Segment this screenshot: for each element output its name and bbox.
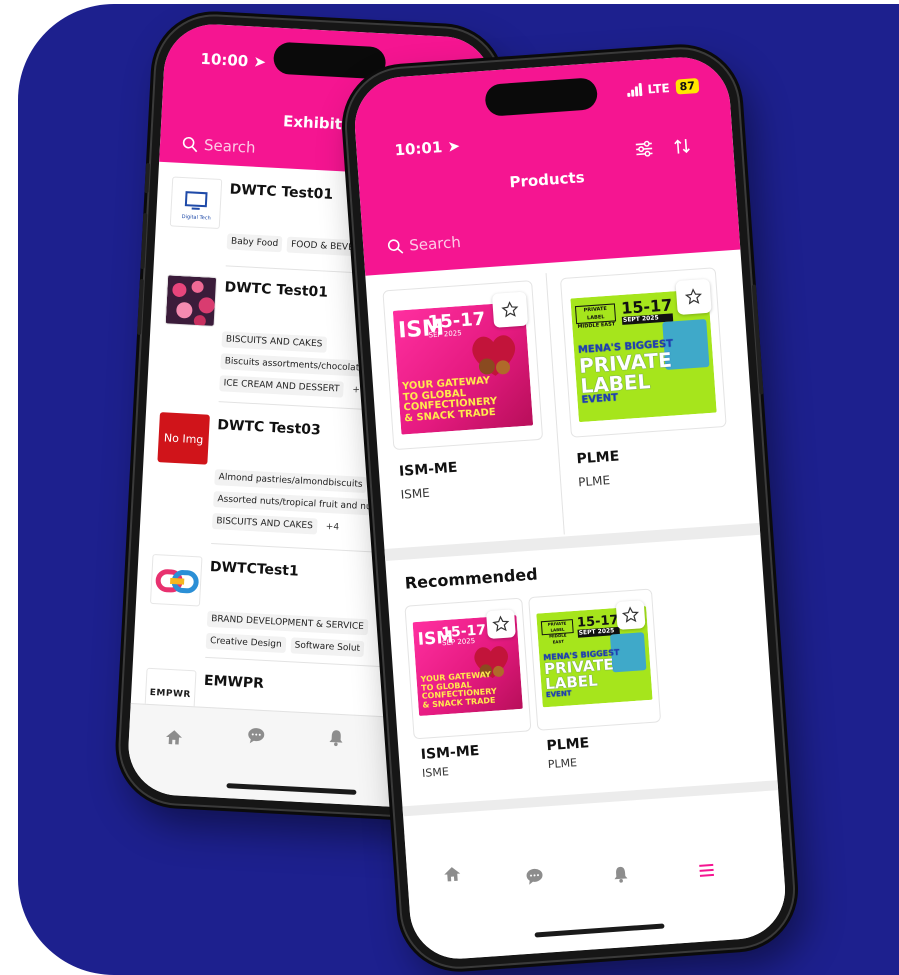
svg-text:Digital Tech: Digital Tech <box>182 214 211 222</box>
category-chip: ICE CREAM AND DESSERT <box>219 375 344 398</box>
star-icon <box>492 615 510 632</box>
category-chips: ICE CREAM AND DESSERT +2 <box>219 375 370 399</box>
products-screen: 10:01 ➤ LTE 87 Products Search ISM 15-17… <box>351 53 789 963</box>
battery-level: 87 <box>675 78 700 95</box>
digital-tech-logo: Digital Tech <box>182 191 211 222</box>
category-chips: Assorted nuts/tropical fruit and nu <box>213 491 376 516</box>
heart-treats-image <box>472 335 515 376</box>
bell-icon[interactable] <box>611 865 630 884</box>
favorite-button[interactable] <box>485 609 516 640</box>
plme-logo: PRIVATE LABEL MIDDLE EAST <box>540 619 574 645</box>
category-chips: BRAND DEVELOPMENT & SERVICE <box>206 610 369 636</box>
dynamic-island <box>272 41 386 80</box>
category-chip: Assorted nuts/tropical fruit and nu <box>213 491 376 516</box>
star-icon <box>684 288 702 305</box>
bell-icon[interactable] <box>327 728 346 747</box>
category-chip: Biscuits assortments/chocolate co <box>220 353 383 378</box>
product-subtitle: ISME <box>400 485 431 502</box>
category-chips: Creative Design Software Solut <box>205 632 365 658</box>
category-chip: BRAND DEVELOPMENT & SERVICE <box>206 610 369 636</box>
search-placeholder: Search <box>408 232 462 255</box>
flower-photo <box>165 275 218 327</box>
section-separator <box>384 522 761 562</box>
chat-icon[interactable] <box>247 726 266 745</box>
product-subtitle: PLME <box>547 756 578 772</box>
search-input[interactable]: Search <box>387 232 462 256</box>
search-icon <box>182 136 198 153</box>
event-headline: MENA'S BIGGEST PRIVATE LABEL EVENT <box>577 338 674 406</box>
chat-icon[interactable] <box>525 867 544 886</box>
exhibitor-logo: Digital Tech <box>169 176 223 229</box>
chain-link-logo <box>155 569 199 594</box>
event-tagline: YOUR GATEWAY TO GLOBAL CONFECTIONERY & SNAC… <box>420 670 497 710</box>
category-chip: Baby Food <box>226 233 283 253</box>
event-date: 15-17 SEPT 2025 <box>620 295 674 325</box>
star-icon <box>621 606 639 623</box>
exhibitor-logo <box>149 553 203 607</box>
event-headline: MENA'S BIGGEST PRIVATE LABEL EVENT <box>543 647 620 700</box>
category-chips: Biscuits assortments/chocolate co <box>220 353 383 378</box>
category-chip: Software Solut <box>290 637 365 658</box>
empwr-logo-text: EMPWR <box>149 687 192 701</box>
product-subtitle: ISME <box>421 765 450 780</box>
no-image-label: No Img <box>163 430 204 446</box>
product-name: ISM-ME <box>398 459 459 480</box>
recommended-card-plme[interactable]: PRIVATE LABEL MIDDLE EAST 15-17 SEPT 2025 … <box>528 588 662 731</box>
product-name: PLME <box>576 448 620 468</box>
plme-logo: PRIVATE LABEL MIDDLE EAST <box>574 303 617 330</box>
exhibitor-name: DWTC Test01 <box>224 279 329 301</box>
signal-icon <box>626 83 643 98</box>
filter-icon[interactable] <box>632 137 655 160</box>
product-card-plme[interactable]: PRIVATE LABEL MIDDLE EAST 15-17 SEPT 2025 … <box>559 267 727 438</box>
dynamic-island <box>484 77 599 117</box>
products-header: 10:01 ➤ LTE 87 Products Search <box>351 53 741 276</box>
search-input[interactable]: Search <box>182 135 256 157</box>
category-chips: BISCUITS AND CAKES +4 <box>211 513 344 536</box>
exhibitor-name: DWTC Test01 <box>229 181 334 203</box>
location-arrow-icon: ➤ <box>446 136 461 156</box>
search-placeholder: Search <box>203 136 256 157</box>
product-name: ISM-ME <box>420 742 480 763</box>
category-chip: Creative Design <box>205 632 287 654</box>
recommended-heading: Recommended <box>404 564 539 593</box>
network-type: LTE <box>647 80 671 97</box>
category-chips: BISCUITS AND CAKES <box>221 331 327 353</box>
more-count: +4 <box>325 521 340 533</box>
exhibitor-name: EMWPR <box>203 672 265 692</box>
favorite-button[interactable] <box>491 291 529 328</box>
product-subtitle: PLME <box>577 473 611 490</box>
sort-icon[interactable] <box>670 135 693 158</box>
stage: 10:00 ➤ Exhibitors Search Digital Tech D… <box>0 0 899 975</box>
status-time: 10:01 ➤ <box>393 136 461 160</box>
category-chip: Almond pastries/almondbiscuits <box>214 469 367 494</box>
exhibitor-logo <box>164 274 218 327</box>
home-icon[interactable] <box>443 864 462 883</box>
search-icon <box>387 239 404 254</box>
page-title: Products <box>508 168 586 192</box>
location-arrow-icon: ➤ <box>252 52 267 72</box>
favorite-button[interactable] <box>675 278 712 316</box>
status-indicators: LTE 87 <box>626 78 700 98</box>
home-icon[interactable] <box>165 728 184 747</box>
exhibitor-name: DWTCTest1 <box>209 558 300 580</box>
star-icon <box>501 301 519 318</box>
product-name: PLME <box>546 735 590 755</box>
menu-icon[interactable] <box>697 861 716 880</box>
favorite-button[interactable] <box>615 600 646 630</box>
home-indicator <box>225 783 356 795</box>
exhibitor-name: DWTC Test03 <box>216 417 322 439</box>
category-chip: BISCUITS AND CAKES <box>211 513 318 535</box>
product-card-ism[interactable]: ISM 15-17 SEP 2025 YOUR GATEWAY TO GLOBAL C… <box>382 280 544 451</box>
category-chip: BISCUITS AND CAKES <box>221 331 327 353</box>
category-chips: Almond pastries/almondbiscuits <box>214 469 367 494</box>
tab-bar <box>404 806 789 963</box>
mute-switch <box>144 163 151 194</box>
home-indicator <box>534 923 665 938</box>
status-time: 10:00 ➤ <box>200 49 267 72</box>
exhibitor-logo-placeholder: No Img <box>157 412 210 465</box>
phone-products: 10:01 ➤ LTE 87 Products Search ISM 15-17… <box>343 45 797 971</box>
recommended-card-ism[interactable]: ISM 15-17 SEP 2025 YOUR GATEWAY TO GLOBAL C… <box>404 597 532 740</box>
event-tagline: YOUR GATEWAY TO GLOBAL CONFECTIONERY & SNAC… <box>401 375 498 424</box>
